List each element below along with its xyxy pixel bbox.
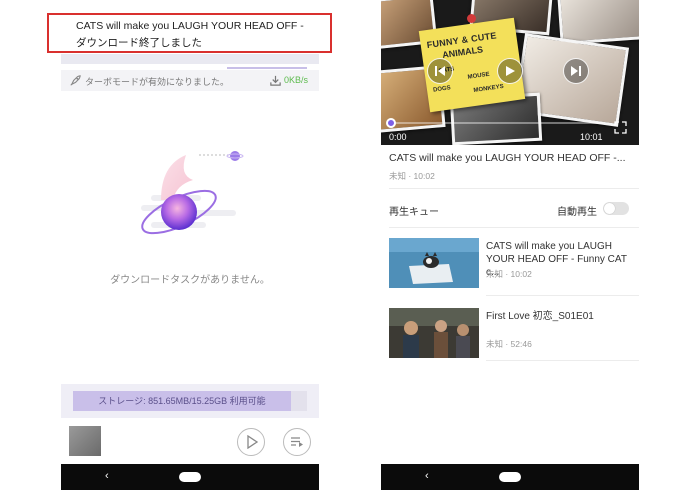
nav-back-button[interactable]: ‹: [105, 470, 109, 482]
download-speed-icon: [270, 75, 281, 86]
storage-text: ストレージ: 851.65MB/15.25GB 利用可能: [98, 396, 266, 406]
sticky-word: DOGS: [432, 85, 452, 94]
empty-downloads-illustration-icon: [141, 151, 244, 235]
playlist-icon: [291, 437, 303, 447]
download-speed: 0KB/s: [284, 75, 309, 85]
video-player[interactable]: FUNNY & CUTE ANIMALS CATS MOUSE DOGS MON…: [381, 0, 639, 145]
empty-downloads-message: ダウンロードタスクがありません。: [110, 275, 270, 286]
divider: [486, 360, 639, 361]
play-queue-label: 再生キュー: [389, 207, 439, 218]
queue-item-title: First Love 初恋_S01E01: [486, 311, 594, 322]
drama-scene-thumbnail-icon: [389, 308, 479, 358]
divider: [389, 227, 639, 228]
play-icon: [506, 66, 515, 76]
queue-item[interactable]: CATS will make you LAUGH YOUR HEAD OFF -…: [381, 238, 639, 298]
autoplay-label: 自動再生: [557, 207, 597, 218]
previous-button[interactable]: [427, 58, 453, 84]
queue-item[interactable]: First Love 初恋_S01E01 未知 · 52:46: [381, 308, 639, 368]
system-nav-bar: ‹: [381, 464, 639, 490]
video-progress-knob[interactable]: [386, 118, 396, 128]
nav-home-button[interactable]: [499, 472, 521, 482]
autoplay-toggle[interactable]: [603, 202, 629, 215]
mini-queue-button[interactable]: [283, 428, 311, 456]
queue-item-thumbnail: [389, 308, 479, 358]
play-icon: [247, 435, 258, 449]
divider: [389, 188, 639, 189]
turbo-mode-text: ターボモードが有効になりました。: [85, 77, 230, 87]
mini-play-button[interactable]: [237, 428, 265, 456]
video-current-time: 0:00: [389, 132, 407, 142]
left-phone-screen: CATS will make you LAUGH YOUR HEAD OFF -…: [61, 0, 319, 490]
fullscreen-icon[interactable]: [614, 121, 627, 134]
notification-shadow: [61, 54, 319, 64]
collage-photo: [557, 0, 639, 45]
skip-previous-icon: [435, 66, 445, 76]
system-nav-bar: ‹: [61, 464, 319, 490]
skip-next-icon: [571, 66, 581, 76]
rocket-icon: [70, 75, 81, 86]
queue-item-thumbnail: [389, 238, 479, 288]
next-button[interactable]: [563, 58, 589, 84]
sticky-word: MONKEYS: [473, 83, 505, 94]
storage-free-bar: [291, 391, 307, 411]
toggle-knob: [604, 203, 615, 214]
mini-player-bar: [61, 418, 319, 464]
nav-home-button[interactable]: [179, 472, 201, 482]
right-phone-screen: FUNNY & CUTE ANIMALS CATS MOUSE DOGS MON…: [381, 0, 639, 490]
queue-item-meta: 未知 · 10:02: [486, 269, 532, 279]
play-button[interactable]: [497, 58, 523, 84]
storage-bar-container: ストレージ: 851.65MB/15.25GB 利用可能: [61, 384, 319, 418]
video-duration: 10:01: [580, 132, 603, 142]
sticky-word: MOUSE: [467, 71, 490, 81]
nav-back-button[interactable]: ‹: [425, 470, 429, 482]
divider: [486, 295, 639, 296]
turbo-mode-bar: ターボモードが有効になりました。 0KB/s: [61, 70, 319, 91]
queue-item-meta: 未知 · 52:46: [486, 339, 532, 349]
highlight-box: [47, 13, 332, 53]
cat-in-tub-thumbnail-icon: [389, 238, 479, 288]
video-progress-track[interactable]: [389, 122, 603, 124]
push-pin-icon: [467, 14, 476, 23]
progress-hint-line: [227, 67, 307, 69]
now-playing-meta: 未知 · 10:02: [389, 171, 435, 181]
now-playing-title: CATS will make you LAUGH YOUR HEAD OFF -…: [389, 152, 626, 164]
mini-player-thumbnail[interactable]: [69, 426, 101, 456]
